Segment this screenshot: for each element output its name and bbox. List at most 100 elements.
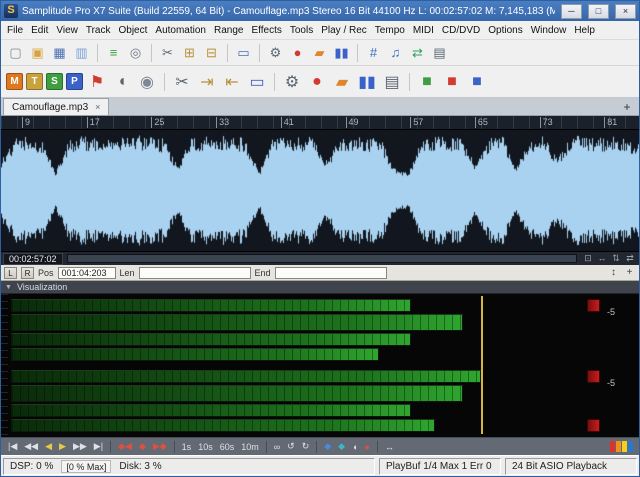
meter-icon[interactable]: ▮▮ bbox=[355, 70, 379, 94]
menu-view[interactable]: View bbox=[52, 23, 82, 38]
sync-icon[interactable]: ⇄ bbox=[407, 42, 428, 63]
cd-disc-icon[interactable]: ◉ bbox=[135, 70, 159, 94]
menu-effects[interactable]: Effects bbox=[247, 23, 285, 38]
timeline-ruler[interactable]: 9172533414957657381 bbox=[1, 116, 639, 130]
scroll-h-icon[interactable]: ↔ bbox=[595, 253, 609, 264]
left-channel-button[interactable]: L bbox=[4, 267, 17, 279]
track-badge[interactable]: T bbox=[26, 73, 43, 90]
menu-window[interactable]: Window bbox=[527, 23, 571, 38]
dsp-max-button[interactable]: [0 % Max] bbox=[61, 460, 111, 473]
loop-button[interactable]: ∞ bbox=[271, 442, 283, 452]
menu-options[interactable]: Options bbox=[484, 23, 526, 38]
page-left-button[interactable]: ◀ bbox=[42, 441, 55, 452]
object-snap-icon[interactable]: ◆ bbox=[321, 441, 334, 452]
speaker-icon[interactable]: ◖ bbox=[110, 70, 134, 94]
goto-start-button[interactable]: |◀ bbox=[5, 441, 20, 452]
fx-red-icon[interactable]: ■ bbox=[440, 70, 464, 94]
mixer-icon[interactable]: ▮▮ bbox=[331, 42, 352, 63]
visualization-header[interactable]: ▼ Visualization bbox=[1, 281, 639, 294]
right-channel-button[interactable]: R bbox=[21, 267, 34, 279]
fx-blue-icon[interactable]: ■ bbox=[465, 70, 489, 94]
position-field[interactable]: 001:04:203 bbox=[58, 267, 116, 279]
waveform-display[interactable] bbox=[1, 130, 639, 251]
new-project-icon[interactable]: ▢ bbox=[5, 42, 26, 63]
virtual-keyboard-icon[interactable]: ▤ bbox=[429, 42, 450, 63]
goto-end-button[interactable]: ▶| bbox=[91, 441, 106, 452]
waveform-canvas[interactable] bbox=[1, 130, 639, 251]
page-right-button[interactable]: ▶ bbox=[56, 441, 69, 452]
menu-automation[interactable]: Automation bbox=[151, 23, 210, 38]
collapse-icon[interactable]: ▼ bbox=[5, 284, 12, 291]
refresh-button[interactable]: ↻ bbox=[299, 441, 313, 452]
spectrum-icon[interactable]: ▰ bbox=[330, 70, 354, 94]
settings-gear-icon[interactable]: ⚙ bbox=[265, 42, 286, 63]
move-right-icon[interactable]: ⇥ bbox=[195, 70, 219, 94]
menu-help[interactable]: Help bbox=[570, 23, 599, 38]
export-audio-icon[interactable]: ▥ bbox=[71, 42, 92, 63]
fx-green-icon[interactable]: ■ bbox=[415, 70, 439, 94]
menu-midi[interactable]: MIDI bbox=[409, 23, 438, 38]
menu-range[interactable]: Range bbox=[210, 23, 247, 38]
system-gear-icon[interactable]: ⚙ bbox=[280, 70, 304, 94]
piano-icon[interactable]: ▤ bbox=[380, 70, 404, 94]
fit-view-icon[interactable]: ⊡ bbox=[581, 253, 595, 264]
visualization-panel[interactable]: -5-5 bbox=[1, 294, 639, 437]
record-button-icon[interactable]: ● bbox=[305, 70, 329, 94]
menu-cd-dvd[interactable]: CD/DVD bbox=[438, 23, 484, 38]
add-tab-button[interactable]: + bbox=[620, 99, 634, 115]
open-project-icon[interactable]: ▣ bbox=[27, 42, 48, 63]
monitor-icon[interactable]: ▭ bbox=[233, 42, 254, 63]
zoom-1s-button[interactable]: 1s bbox=[179, 442, 195, 452]
zoom-10s-button[interactable]: 10s bbox=[195, 442, 216, 452]
maximize-button[interactable]: □ bbox=[588, 4, 609, 19]
save-project-icon[interactable]: ▦ bbox=[49, 42, 70, 63]
length-field[interactable] bbox=[139, 267, 251, 279]
midi-editor-icon[interactable]: ♫ bbox=[385, 42, 406, 63]
punch-badge[interactable]: P bbox=[66, 73, 83, 90]
horizontal-scrollbar[interactable] bbox=[67, 254, 577, 263]
panel-height-icon[interactable]: ↕ bbox=[607, 267, 620, 278]
record-icon[interactable]: ● bbox=[287, 42, 308, 63]
marker-prev-button[interactable]: ◆◀ bbox=[115, 441, 135, 452]
cut-range-icon[interactable]: ✂ bbox=[170, 70, 194, 94]
move-left-icon[interactable]: ⇤ bbox=[220, 70, 244, 94]
grid-snap-icon[interactable]: ◆ bbox=[335, 441, 348, 452]
menu-track[interactable]: Track bbox=[82, 23, 115, 38]
rewind-button[interactable]: ◀◀ bbox=[21, 441, 41, 452]
minimize-button[interactable]: ─ bbox=[561, 4, 582, 19]
grid-icon[interactable]: # bbox=[363, 42, 384, 63]
solo-badge[interactable]: S bbox=[46, 73, 63, 90]
menu-edit[interactable]: Edit bbox=[27, 23, 52, 38]
menu-play-rec[interactable]: Play / Rec bbox=[317, 23, 371, 38]
copy-icon[interactable]: ⊞ bbox=[179, 42, 200, 63]
zoom-60s-button[interactable]: 60s bbox=[217, 442, 238, 452]
record-monitor-button[interactable]: ● bbox=[362, 442, 373, 452]
cycle-button[interactable]: ↺ bbox=[284, 441, 298, 452]
burn-cd-icon[interactable]: ◎ bbox=[125, 42, 146, 63]
playhead-marker[interactable] bbox=[481, 296, 483, 434]
forward-button[interactable]: ▶▶ bbox=[70, 441, 90, 452]
cut-icon[interactable]: ✂ bbox=[157, 42, 178, 63]
scrub-control-icon[interactable]: ↔ bbox=[382, 442, 397, 452]
screen-icon[interactable]: ▭ bbox=[245, 70, 269, 94]
close-button[interactable]: × bbox=[615, 4, 636, 19]
object-editor-icon[interactable]: ▰ bbox=[309, 42, 330, 63]
menu-tools[interactable]: Tools bbox=[286, 23, 317, 38]
marker-flag-icon[interactable]: ⚑ bbox=[85, 70, 109, 94]
marker-next-button[interactable]: ▶◆ bbox=[150, 441, 170, 452]
marker-add-button[interactable]: ◆ bbox=[136, 441, 149, 452]
tab-close-icon[interactable]: × bbox=[95, 102, 100, 112]
end-field[interactable] bbox=[275, 267, 387, 279]
menu-tempo[interactable]: Tempo bbox=[371, 23, 409, 38]
zoom-10m-button[interactable]: 10m bbox=[238, 442, 262, 452]
menu-file[interactable]: File bbox=[3, 23, 27, 38]
monitor-speaker-button[interactable]: ◖ bbox=[349, 442, 360, 452]
menu-object[interactable]: Object bbox=[115, 23, 152, 38]
tab-camouflage[interactable]: Camouflage.mp3 × bbox=[3, 98, 109, 115]
scroll-v-icon[interactable]: ⇅ bbox=[609, 253, 623, 264]
paste-icon[interactable]: ⊟ bbox=[201, 42, 222, 63]
zoom-link-icon[interactable]: ⇄ bbox=[623, 253, 637, 264]
playlist-icon[interactable]: ≡ bbox=[103, 42, 124, 63]
mute-badge[interactable]: M bbox=[6, 73, 23, 90]
add-track-icon[interactable]: + bbox=[623, 267, 636, 278]
